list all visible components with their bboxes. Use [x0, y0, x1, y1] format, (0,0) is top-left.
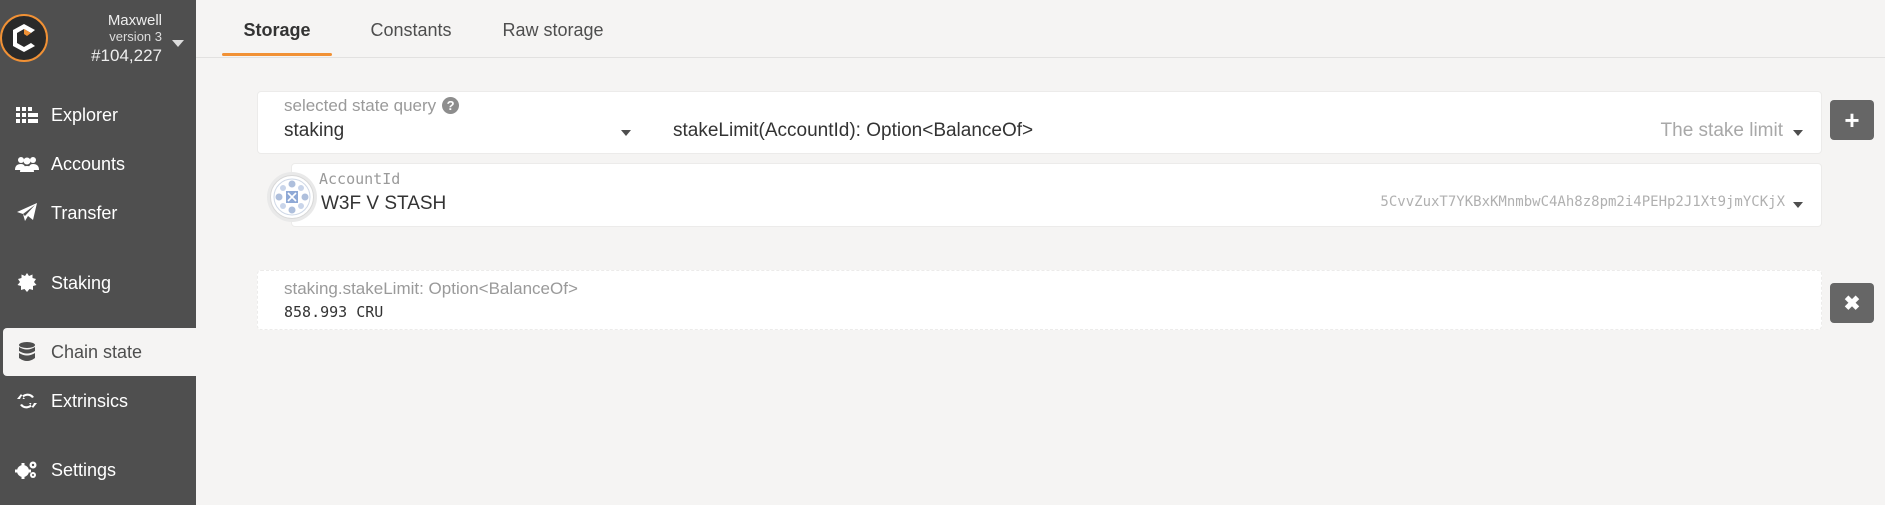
sidebar-item-explorer[interactable]: Explorer [3, 91, 196, 139]
cogs-icon [15, 458, 39, 482]
chevron-down-icon[interactable] [1793, 130, 1803, 136]
account-name: W3F V STASH [321, 193, 447, 214]
explorer-icon [15, 103, 39, 127]
result-value: 858.993 CRU [284, 303, 384, 321]
chevron-down-icon[interactable] [172, 40, 184, 47]
sidebar-item-label: Accounts [51, 153, 126, 174]
tab-bar: Storage Constants Raw storage [196, 0, 1885, 58]
sidebar-item-staking[interactable]: Staking [3, 259, 196, 307]
chain-version: version 3 [109, 29, 162, 44]
query-result: staking.stakeLimit: Option<BalanceOf> 85… [257, 270, 1822, 330]
chain-logo [0, 14, 48, 62]
state-query-label: selected state query? [284, 96, 460, 116]
chevron-down-icon[interactable] [1793, 202, 1803, 208]
plus-icon: + [1844, 104, 1860, 135]
certificate-icon [15, 271, 39, 295]
section-dropdown-value[interactable]: staking [284, 120, 344, 142]
best-block-number: #104,227 [91, 46, 162, 65]
sidebar-item-label: Explorer [51, 104, 119, 125]
sidebar-item-chain-state[interactable]: Chain state [3, 328, 196, 376]
sidebar-item-transfer[interactable]: Transfer [3, 189, 196, 237]
tab-storage[interactable]: Storage [222, 0, 332, 58]
tab-raw-storage[interactable]: Raw storage [478, 0, 628, 58]
sidebar-item-label: Staking [51, 272, 112, 293]
chain-name: Maxwell [107, 12, 162, 29]
sidebar: Maxwell version 3 #104,227 Explorer Acco… [0, 0, 196, 505]
close-icon: ✖ [1843, 292, 1861, 315]
sidebar-item-label: Chain state [51, 341, 143, 362]
sidebar-item-label: Extrinsics [51, 390, 129, 411]
chevron-down-icon[interactable] [621, 130, 631, 136]
state-query-selector: selected state query? staking stakeLimit… [257, 91, 1822, 154]
account-address: 5CvvZuxT7YKBxKMnmbwC4Ah8z8pm2i4PEHp2J1Xt… [1380, 194, 1785, 210]
sidebar-item-settings[interactable]: Settings [3, 446, 196, 494]
chain-selector[interactable]: Maxwell version 3 #104,227 [0, 0, 196, 75]
users-icon [15, 152, 39, 176]
account-id-input[interactable]: AccountId W3F V STASH 5CvvZuxT7YKBxKMnmb… [291, 163, 1822, 227]
method-description: The stake limit [1660, 120, 1783, 141]
remove-query-button[interactable]: ✖ [1830, 283, 1874, 323]
paper-plane-icon [15, 201, 39, 225]
active-tab-indicator [222, 53, 332, 56]
sidebar-item-accounts[interactable]: Accounts [3, 140, 196, 188]
account-identicon [270, 175, 314, 219]
sidebar-item-label: Transfer [51, 202, 118, 223]
tab-constants[interactable]: Constants [346, 0, 476, 58]
method-dropdown-value[interactable]: stakeLimit(AccountId): Option<BalanceOf> [673, 120, 1033, 142]
add-query-button[interactable]: + [1830, 100, 1874, 140]
question-circle-icon[interactable]: ? [442, 97, 460, 114]
account-id-label: AccountId [319, 170, 401, 188]
sidebar-item-label: Settings [51, 459, 117, 480]
sidebar-item-extrinsics[interactable]: Extrinsics [3, 377, 196, 425]
result-label: staking.stakeLimit: Option<BalanceOf> [284, 279, 578, 298]
database-icon [15, 340, 39, 364]
sync-icon [15, 389, 39, 413]
